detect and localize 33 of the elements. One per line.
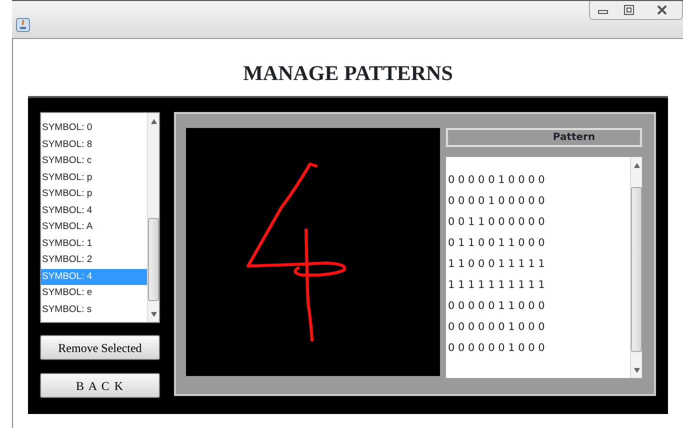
remove-selected-button[interactable]: Remove Selected <box>40 335 160 360</box>
list-scrollbar[interactable] <box>147 113 159 322</box>
symbol-list-item[interactable]: SYMBOL: e <box>41 285 147 302</box>
pattern-row-text: 0 0 0 0 0 1 0 0 0 0 <box>447 173 546 188</box>
scroll-down-icon[interactable] <box>634 368 640 373</box>
symbol-list-item[interactable]: SYMBOL: p <box>41 186 147 202</box>
close-icon <box>657 5 667 15</box>
maximize-icon <box>624 5 634 15</box>
scroll-down-icon[interactable] <box>151 312 157 317</box>
pattern-scrollbar[interactable] <box>630 157 642 378</box>
symbol-list-item[interactable]: SYMBOL: c <box>41 153 147 170</box>
pattern-row-text: 0 0 1 1 0 0 0 0 0 0 <box>447 215 546 230</box>
pattern-row-text: 1 1 0 0 0 1 1 1 1 1 <box>447 257 546 272</box>
pattern-row-text: 0 1 1 0 0 1 1 0 0 0 <box>447 236 546 251</box>
scroll-up-icon[interactable] <box>151 119 157 124</box>
pattern-header: Pattern <box>446 128 642 147</box>
pattern-row-text: 0 0 0 0 1 0 0 0 0 0 <box>447 194 546 209</box>
symbol-list-item[interactable]: SYMBOL: s <box>41 302 147 318</box>
back-button[interactable]: B A C K <box>40 373 160 398</box>
symbol-list-item[interactable]: SYMBOL: p <box>41 170 147 186</box>
pattern-row-text: 1 1 1 1 1 1 1 1 1 1 <box>447 278 546 293</box>
scroll-up-icon[interactable] <box>634 163 640 168</box>
pattern-row-text: 0 0 0 0 0 0 1 0 0 0 <box>447 341 546 356</box>
page-heading: MANAGE PATTERNS <box>242 60 454 87</box>
symbol-list-item[interactable]: SYMBOL: 8 <box>41 136 147 153</box>
symbol-list-item[interactable]: SYMBOL: A <box>41 219 147 236</box>
symbol-list-item[interactable]: SYMBOL: 2 <box>41 252 147 268</box>
symbol-list-item[interactable]: SYMBOL: 1 <box>41 236 147 252</box>
pattern-row-text: 0 0 0 0 0 1 1 0 0 0 <box>447 299 546 314</box>
pattern-row-text: 0 0 0 0 0 0 1 0 0 0 <box>447 320 546 335</box>
symbol-list-item[interactable]: SYMBOL: 0 <box>41 120 147 136</box>
symbol-list-item[interactable]: SYMBOL: 4 <box>41 202 147 219</box>
app-icon <box>16 18 30 32</box>
